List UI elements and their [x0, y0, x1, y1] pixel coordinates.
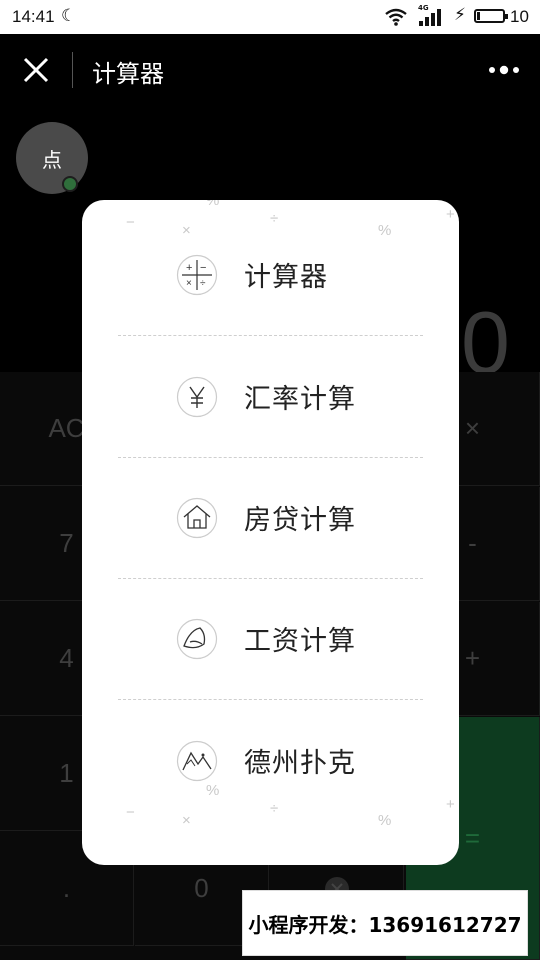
decor-plus-bottom: +	[446, 796, 455, 813]
menu-item-label: 德州扑克	[244, 748, 356, 779]
cards-icon	[176, 740, 218, 781]
decor-times-bottom: ×	[182, 812, 191, 829]
page-title: 计算器	[92, 60, 164, 88]
calculator-icon: + − × ÷	[176, 254, 218, 295]
decor-percent-bottom: %	[378, 812, 392, 829]
yen-icon	[176, 376, 218, 417]
title-separator	[72, 52, 73, 88]
svg-text:×: ×	[186, 278, 192, 289]
menu-item-label: 房贷计算	[244, 505, 356, 536]
decor-percent-bottom-a: %	[206, 782, 220, 799]
decor-divide-bottom: ÷	[270, 800, 279, 817]
menu-item-label: 汇率计算	[244, 384, 356, 415]
wallet-icon	[176, 618, 218, 659]
title-bar: 计算器	[0, 34, 540, 106]
status-bar: 14:41 ☾ 4G ⚡ 10	[0, 0, 540, 34]
svg-text:÷: ÷	[200, 278, 206, 289]
menu-item-mortgage[interactable]: 房贷计算	[82, 457, 459, 578]
signal-icon	[419, 9, 441, 26]
svg-text:−: −	[200, 262, 206, 274]
decor-minus-bottom: −	[126, 804, 135, 821]
wifi-icon	[385, 8, 407, 26]
decor-percent-top-a: %	[206, 200, 220, 209]
close-icon[interactable]	[20, 54, 52, 86]
charging-icon: ⚡	[454, 5, 466, 25]
battery-level: 10	[510, 7, 529, 26]
svg-text:+: +	[186, 262, 192, 274]
more-icon[interactable]	[486, 62, 522, 78]
promo-banner: 小程序开发：13691612727	[242, 890, 528, 956]
menu-item-salary[interactable]: 工资计算	[82, 578, 459, 699]
house-icon	[176, 497, 218, 538]
menu-item-label: 工资计算	[244, 626, 356, 657]
promo-text: 小程序开发：13691612727	[248, 912, 522, 937]
menu-item-calculator[interactable]: + − × ÷ 计算器	[82, 214, 459, 335]
float-button-label: 点	[42, 147, 62, 172]
moon-icon: ☾	[61, 6, 77, 26]
float-status-dot	[62, 176, 78, 192]
menu-item-label: 计算器	[244, 262, 328, 293]
battery-icon	[474, 9, 508, 23]
tool-menu-modal: − × % ÷ % + + − × ÷ 计算器 汇率计算 房贷计算 工资计算 德…	[82, 200, 459, 865]
menu-item-exchange-rate[interactable]: 汇率计算	[82, 336, 459, 457]
status-time: 14:41	[12, 7, 55, 26]
